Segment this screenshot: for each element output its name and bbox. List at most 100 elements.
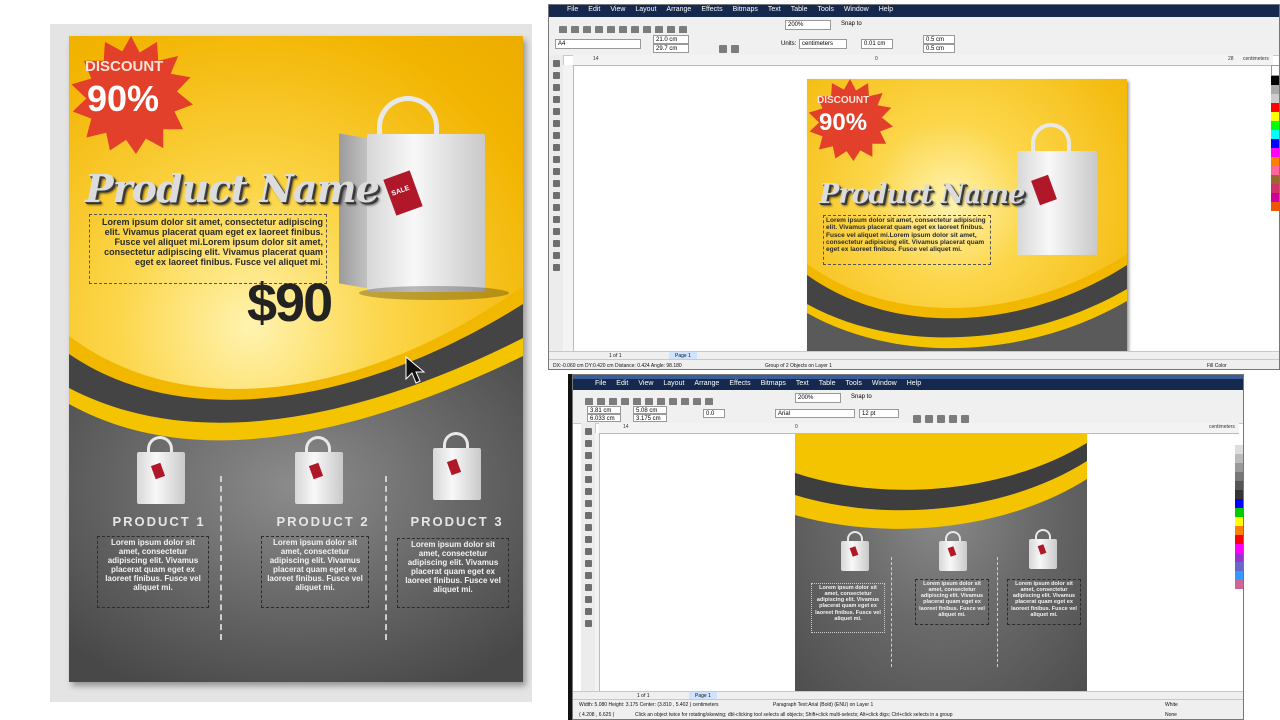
- table-tool-icon[interactable]: [552, 180, 560, 187]
- smart-fill-icon[interactable]: [552, 120, 560, 127]
- page-height-field[interactable]: 29.7 cm: [653, 44, 689, 53]
- connector-tool-icon[interactable]: [552, 204, 560, 211]
- nudge-field[interactable]: 0.01 cm: [861, 39, 893, 49]
- menu-tools[interactable]: Tools: [817, 5, 833, 15]
- italic-icon[interactable]: [925, 414, 933, 423]
- zoom-tool-icon[interactable]: [552, 96, 560, 103]
- top-color-palette[interactable]: [1271, 65, 1279, 351]
- mini-product-3-text[interactable]: Lorem ipsum dolor sit amet, consectetur …: [1007, 579, 1081, 625]
- menu-window[interactable]: Window: [844, 5, 869, 15]
- shape-tool-icon[interactable]: [584, 440, 592, 447]
- bottom-vertical-ruler: [595, 433, 600, 691]
- mini-product-2-text[interactable]: Lorem ipsum dolor sit amet, consectetur …: [915, 579, 989, 625]
- rectangle-tool-icon[interactable]: [584, 500, 592, 507]
- zoom-select[interactable]: 200%: [795, 393, 841, 403]
- menu-help[interactable]: Help: [879, 5, 893, 15]
- width-field[interactable]: 5.08 cm: [633, 406, 667, 414]
- height-field[interactable]: 3.175 cm: [633, 414, 667, 422]
- y-position-field[interactable]: 6.033 cm: [587, 414, 621, 422]
- dimension-tool-icon[interactable]: [552, 192, 560, 199]
- pick-tool-icon[interactable]: [584, 428, 592, 435]
- ellipse-tool-icon[interactable]: [584, 512, 592, 519]
- menu-table[interactable]: Table: [819, 379, 836, 389]
- duplicate-x-field[interactable]: 0.5 cm: [923, 35, 955, 44]
- polygon-tool-icon[interactable]: [584, 524, 592, 531]
- menu-bitmaps[interactable]: Bitmaps: [761, 379, 786, 389]
- top-status-bar: DX:-0.060 cm DY:0.420 cm Distance: 0.424…: [549, 359, 1279, 369]
- zoom-tool-icon[interactable]: [584, 464, 592, 471]
- small-bag-icon: [291, 436, 345, 506]
- menu-effects[interactable]: Effects: [701, 5, 722, 15]
- effects-tool-icon[interactable]: [552, 216, 560, 223]
- align-icon[interactable]: [949, 414, 957, 423]
- smart-fill-icon[interactable]: [584, 488, 592, 495]
- menu-layout[interactable]: Layout: [635, 5, 656, 15]
- underline-icon[interactable]: [937, 414, 945, 423]
- top-document-page[interactable]: DISCOUNT 90% Product Name Lorem ipsum do…: [807, 79, 1127, 351]
- shape-tool-icon[interactable]: [552, 72, 560, 79]
- description-line: elit. Vivamus placerat quam eget ex laor…: [104, 227, 323, 238]
- description-line: laoreet finibus. Fusce vel: [919, 605, 985, 612]
- menu-view[interactable]: View: [638, 379, 653, 389]
- ruler-tick-label: 0: [875, 56, 878, 62]
- menu-file[interactable]: File: [567, 5, 578, 15]
- mini-description-box[interactable]: Lorem ipsum dolor sit amet, consectetur …: [823, 215, 991, 265]
- menu-effects[interactable]: Effects: [729, 379, 750, 389]
- outline-tool-icon[interactable]: [584, 608, 592, 615]
- menu-tools[interactable]: Tools: [845, 379, 861, 389]
- crop-tool-icon[interactable]: [584, 452, 592, 459]
- zoom-select[interactable]: 200%: [785, 20, 831, 30]
- table-tool-icon[interactable]: [584, 548, 592, 555]
- menu-text[interactable]: Text: [796, 379, 809, 389]
- menu-arrange[interactable]: Arrange: [666, 5, 691, 15]
- dimension-tool-icon[interactable]: [584, 560, 592, 567]
- interactive-fill-icon[interactable]: [552, 264, 560, 271]
- fill-tool-icon[interactable]: [552, 252, 560, 259]
- bullets-icon[interactable]: [961, 414, 969, 423]
- polygon-tool-icon[interactable]: [552, 156, 560, 163]
- rotation-field[interactable]: 0.0: [703, 409, 725, 418]
- menu-text[interactable]: Text: [768, 5, 781, 15]
- bottom-document-page[interactable]: Lorem ipsum dolor sit amet, consectetur …: [795, 433, 1087, 691]
- outline-tool-icon[interactable]: [552, 240, 560, 247]
- menu-window[interactable]: Window: [872, 379, 897, 389]
- bold-icon[interactable]: [913, 414, 921, 423]
- units-select[interactable]: centimeters: [799, 39, 847, 49]
- selected-text-frame[interactable]: Lorem ipsum dolor sit amet, consectetur …: [811, 583, 885, 633]
- pick-tool-icon[interactable]: [552, 60, 560, 67]
- fill-tool-icon[interactable]: [584, 620, 592, 627]
- landscape-icon[interactable]: [731, 44, 739, 53]
- eyedropper-tool-icon[interactable]: [584, 596, 592, 603]
- page-width-field[interactable]: 21.0 cm: [653, 35, 689, 44]
- freehand-tool-icon[interactable]: [584, 476, 592, 483]
- paper-size-select[interactable]: A4: [555, 39, 641, 49]
- portrait-icon[interactable]: [719, 44, 727, 53]
- text-tool-icon[interactable]: [584, 536, 592, 543]
- font-family-select[interactable]: Arial: [775, 409, 855, 418]
- description-line: Fusce vel aliquet mi.Lorem ipsum dolor s…: [826, 231, 977, 239]
- menu-table[interactable]: Table: [791, 5, 808, 15]
- menu-file[interactable]: File: [595, 379, 606, 389]
- menu-bitmaps[interactable]: Bitmaps: [733, 5, 758, 15]
- ellipse-tool-icon[interactable]: [552, 144, 560, 151]
- menu-layout[interactable]: Layout: [663, 379, 684, 389]
- bottom-color-palette[interactable]: [1235, 445, 1243, 691]
- menu-edit[interactable]: Edit: [616, 379, 628, 389]
- menu-view[interactable]: View: [610, 5, 625, 15]
- rectangle-tool-icon[interactable]: [552, 132, 560, 139]
- snap-to-button[interactable]: Snap to: [851, 394, 872, 400]
- effects-tool-icon[interactable]: [584, 584, 592, 591]
- crop-tool-icon[interactable]: [552, 84, 560, 91]
- eyedropper-tool-icon[interactable]: [552, 228, 560, 235]
- duplicate-y-field[interactable]: 0.5 cm: [923, 44, 955, 53]
- menu-help[interactable]: Help: [907, 379, 921, 389]
- text-tool-icon[interactable]: [552, 168, 560, 175]
- freehand-tool-icon[interactable]: [552, 108, 560, 115]
- menu-arrange[interactable]: Arrange: [694, 379, 719, 389]
- font-size-select[interactable]: 12 pt: [859, 409, 899, 418]
- snap-to-button[interactable]: Snap to: [841, 21, 862, 27]
- x-position-field[interactable]: 3.81 cm: [587, 406, 621, 414]
- connector-tool-icon[interactable]: [584, 572, 592, 579]
- units-label: Units:: [781, 41, 797, 47]
- menu-edit[interactable]: Edit: [588, 5, 600, 15]
